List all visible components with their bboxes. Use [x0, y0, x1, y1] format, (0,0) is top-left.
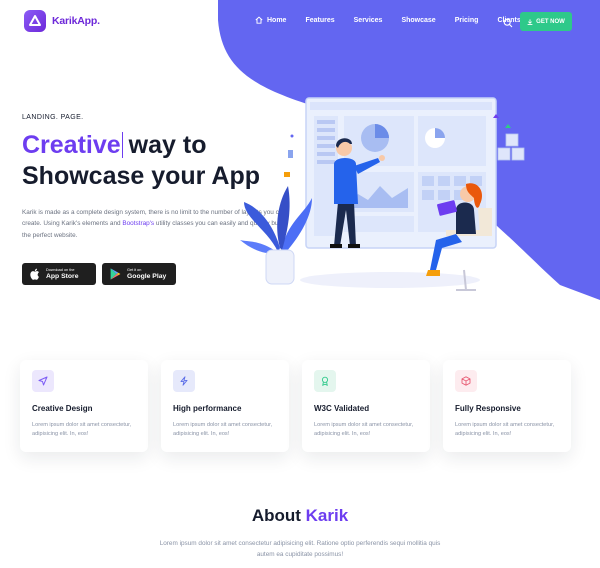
plant [240, 186, 312, 285]
main-nav: Home Features Services Showcase Pricing … [255, 16, 540, 24]
nav-item-home[interactable]: Home [255, 16, 286, 24]
search-icon [503, 18, 513, 28]
feature-desc: Lorem ipsum dolor sit amet consectetur, … [455, 422, 555, 438]
about-title-accent: Karik [305, 506, 349, 525]
decorative-cubes [497, 133, 525, 161]
feature-icon-wrap [314, 370, 336, 392]
feature-title: High performance [173, 404, 242, 413]
feature-title: W3C Validated [314, 404, 370, 413]
app-store-button[interactable]: Download on the App Store [22, 263, 96, 285]
feature-card-high-performance[interactable]: High performance Lorem ipsum dolor sit a… [161, 360, 289, 452]
box-icon [461, 376, 471, 386]
award-icon [321, 376, 329, 386]
download-icon [527, 18, 533, 25]
typing-cursor [121, 132, 123, 158]
nav-item-features[interactable]: Features [305, 17, 334, 24]
hero-illustration [240, 97, 525, 291]
hero-title-line1: way to [128, 131, 207, 159]
brand-name: KarikApp. [52, 15, 100, 27]
get-now-button[interactable]: GET NOW [520, 12, 572, 31]
hero-title: Creative way to Showcase your App [22, 130, 260, 192]
feature-icon-wrap [173, 370, 195, 392]
nav-item-showcase[interactable]: Showcase [401, 17, 435, 24]
feature-desc: Lorem ipsum dolor sit amet consectetur, … [173, 422, 273, 438]
feature-desc: Lorem ipsum dolor sit amet consectetur, … [32, 422, 132, 438]
nav-label-home: Home [267, 16, 287, 24]
app-store-big: App Store [46, 272, 79, 280]
lightning-icon [180, 376, 188, 386]
send-icon [38, 376, 48, 386]
nav-label-features: Features [305, 16, 335, 24]
nav-item-services[interactable]: Services [354, 17, 383, 24]
google-play-button[interactable]: Get it on Google Play [102, 263, 176, 285]
hero-title-accent: Creative [22, 131, 121, 159]
feature-card-fully-responsive[interactable]: Fully Responsive Lorem ipsum dolor sit a… [443, 360, 571, 452]
feature-icon-wrap [455, 370, 477, 392]
about-description: Lorem ipsum dolor sit amet consectetur a… [159, 540, 441, 559]
hero-title-line2: Showcase your App [22, 162, 261, 190]
feature-card-w3c-validated[interactable]: W3C Validated Lorem ipsum dolor sit amet… [302, 360, 430, 452]
feature-icon-wrap [32, 370, 54, 392]
feature-title: Fully Responsive [455, 404, 521, 413]
nav-item-pricing[interactable]: Pricing [455, 17, 479, 24]
apple-icon [30, 268, 39, 280]
about-title-plain: About [251, 506, 301, 525]
bootstrap-link[interactable]: Bootstrap's [122, 220, 154, 227]
feature-title: Creative Design [32, 404, 93, 413]
about-title: About Karik [0, 506, 600, 526]
logo-icon [24, 10, 46, 32]
brand-logo[interactable]: KarikApp. [24, 10, 100, 32]
nav-label-pricing: Pricing [454, 16, 479, 24]
feature-desc: Lorem ipsum dolor sit amet consectetur, … [314, 422, 414, 438]
get-now-label: GET NOW [536, 18, 565, 25]
hero-eyebrow: LANDING. PAGE. [22, 114, 84, 121]
google-play-big: Google Play [127, 272, 167, 280]
feature-card-creative-design[interactable]: Creative Design Lorem ipsum dolor sit am… [20, 360, 148, 452]
nav-label-services: Services [353, 16, 383, 24]
nav-label-showcase: Showcase [401, 16, 436, 24]
home-icon [255, 16, 263, 24]
site-header: KarikApp. Home Features Services Showcas… [0, 0, 600, 44]
google-play-icon [110, 268, 121, 280]
search-button[interactable] [503, 15, 513, 28]
